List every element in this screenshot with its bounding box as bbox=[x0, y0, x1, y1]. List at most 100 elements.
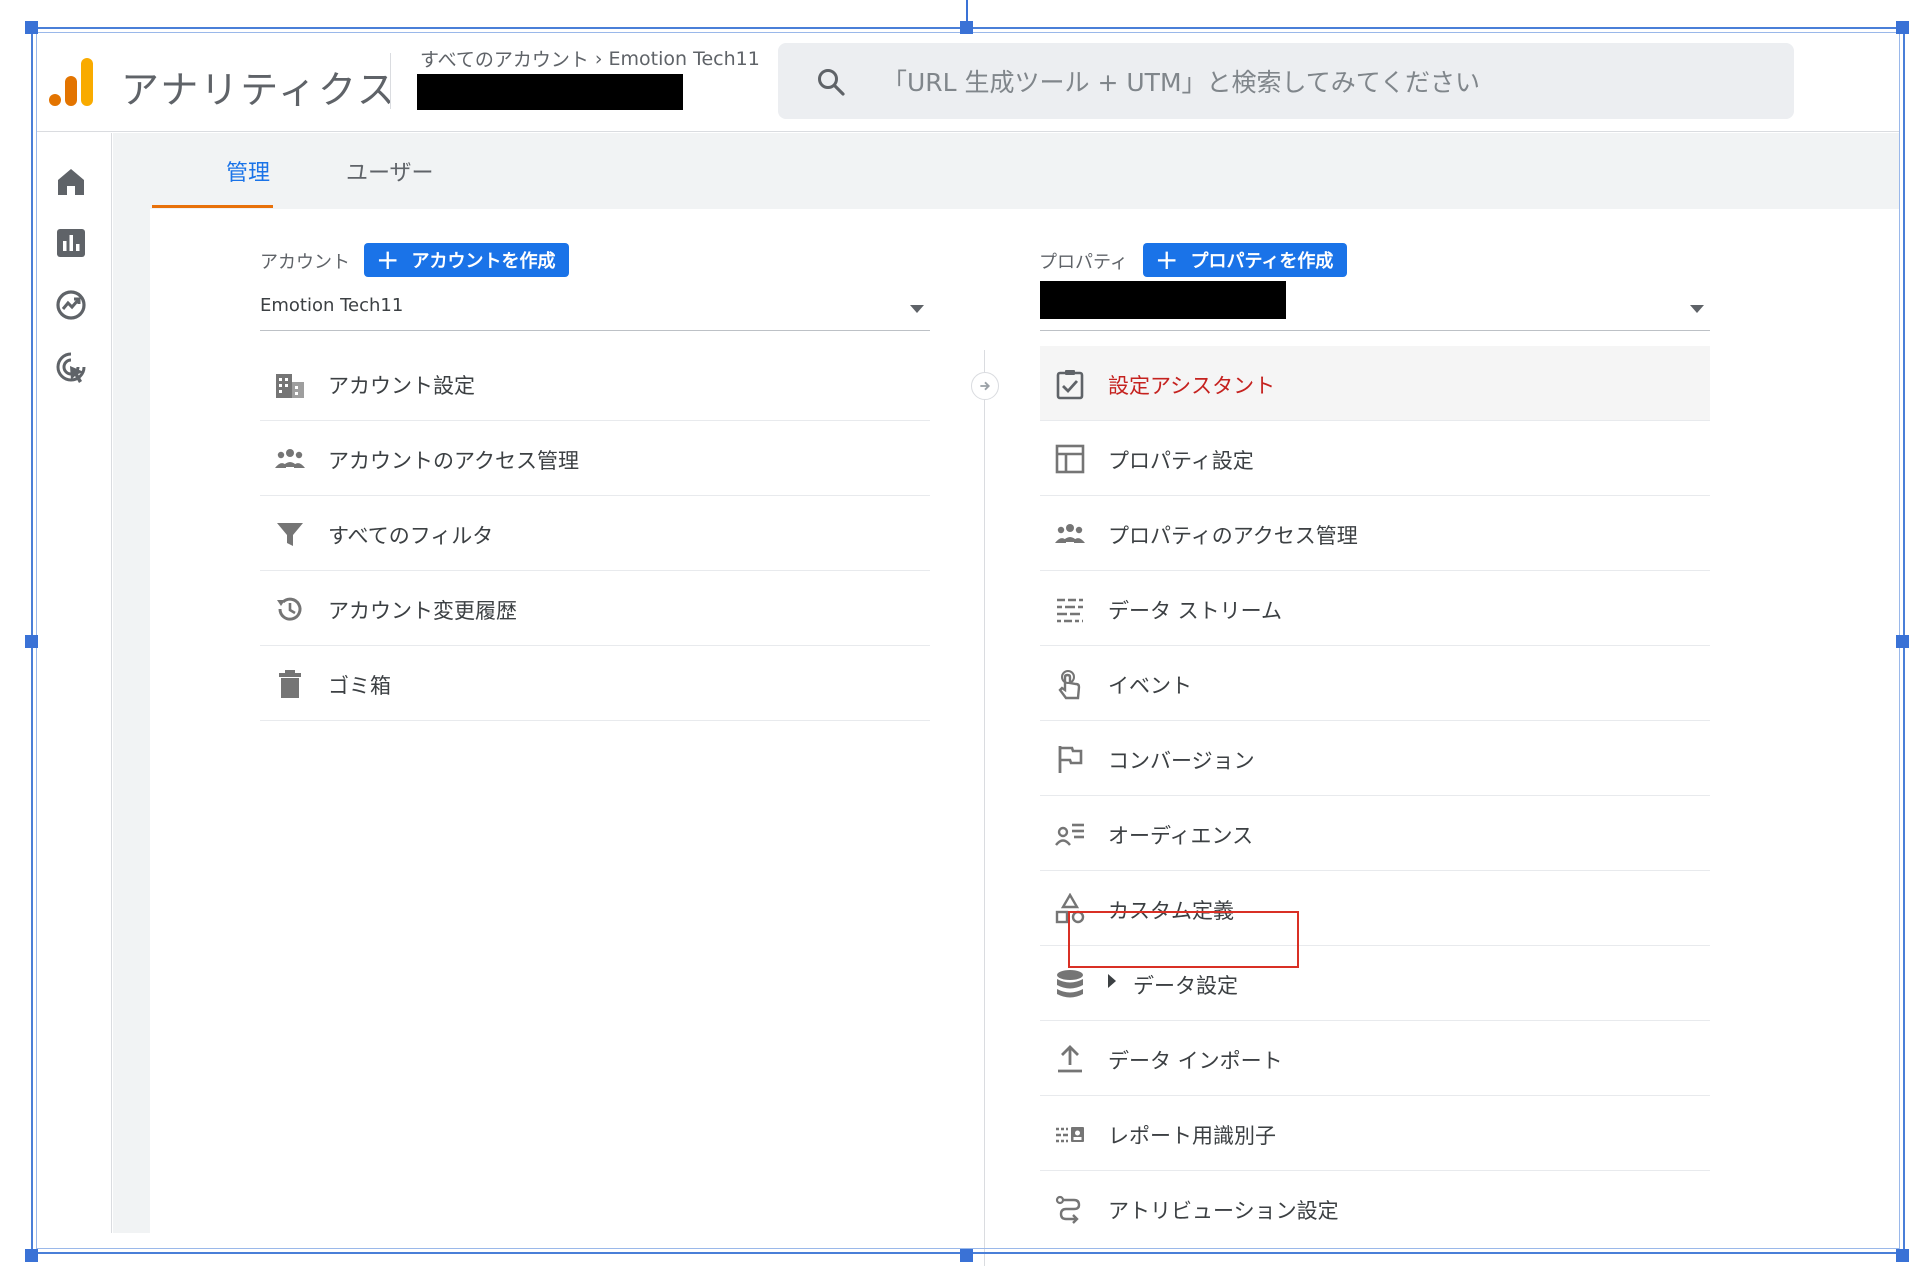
breadcrumb-account[interactable]: Emotion Tech11 bbox=[609, 48, 760, 70]
account-selector-value: Emotion Tech11 bbox=[260, 295, 404, 316]
account-menu: アカウント設定 アカウントのアクセス管理 すべてのフィルタ アカウント変更履歴 … bbox=[260, 346, 930, 721]
menu-item-label: カスタム定義 bbox=[1108, 899, 1234, 923]
create-property-label: プロパティを作成 bbox=[1190, 251, 1334, 272]
menu-item-property-access[interactable]: プロパティのアクセス管理 bbox=[1040, 496, 1710, 571]
create-account-label: アカウントを作成 bbox=[411, 251, 556, 272]
menu-item-account-access[interactable]: アカウントのアクセス管理 bbox=[260, 421, 930, 496]
search-placeholder: 「URL 生成ツール + UTM」と検索してみてください bbox=[882, 68, 1481, 97]
menu-item-label: イベント bbox=[1108, 674, 1192, 698]
chevron-right-icon: › bbox=[594, 47, 603, 70]
menu-item-label: データ設定 bbox=[1133, 974, 1238, 998]
reports-icon[interactable] bbox=[54, 226, 88, 260]
people-icon bbox=[275, 449, 305, 468]
resize-handle-bottom-left[interactable] bbox=[25, 1249, 38, 1262]
menu-item-audiences[interactable]: オーディエンス bbox=[1040, 796, 1710, 871]
menu-item-label: レポート用識別子 bbox=[1108, 1124, 1276, 1148]
column-divider bbox=[984, 350, 985, 1266]
flag-icon bbox=[1058, 746, 1083, 773]
menu-item-label: アカウント変更履歴 bbox=[328, 599, 517, 623]
audience-icon bbox=[1055, 823, 1084, 846]
menu-item-label: アカウント設定 bbox=[328, 374, 475, 398]
breadcrumb[interactable]: すべてのアカウント › Emotion Tech11 bbox=[420, 45, 760, 72]
streams-icon bbox=[1057, 598, 1083, 623]
property-column-label: プロパティ bbox=[1039, 252, 1128, 273]
shapes-icon bbox=[1055, 893, 1085, 924]
create-account-button[interactable]: + アカウントを作成 bbox=[364, 243, 570, 277]
layout-icon bbox=[1055, 444, 1085, 474]
menu-item-property-settings[interactable]: プロパティ設定 bbox=[1040, 421, 1710, 496]
screenshot-stage: アナリティクス すべてのアカウント › Emotion Tech11 「URL … bbox=[0, 0, 1932, 1280]
menu-item-label: プロパティ設定 bbox=[1108, 449, 1254, 473]
resize-handle-top-left[interactable] bbox=[25, 21, 38, 34]
menu-item-attribution-settings[interactable]: アトリビューション設定 bbox=[1040, 1171, 1710, 1246]
home-icon[interactable] bbox=[54, 165, 88, 199]
menu-item-label: 設定アシスタント bbox=[1108, 374, 1276, 398]
active-tab-underline bbox=[152, 205, 273, 208]
expand-triangle-icon[interactable] bbox=[1108, 974, 1116, 988]
account-column-label: アカウント bbox=[260, 252, 350, 273]
tab-admin[interactable]: 管理 bbox=[226, 155, 270, 187]
menu-item-setup-assistant[interactable]: 設定アシスタント bbox=[1040, 346, 1710, 421]
resize-handle-left[interactable] bbox=[25, 635, 38, 648]
menu-item-label: データ ストリーム bbox=[1108, 599, 1283, 623]
trash-icon bbox=[279, 670, 301, 698]
menu-item-label: プロパティのアクセス管理 bbox=[1108, 524, 1358, 548]
menu-item-label: データ インポート bbox=[1108, 1049, 1283, 1073]
menu-item-label: ゴミ箱 bbox=[328, 674, 391, 698]
menu-item-label: オーディエンス bbox=[1108, 824, 1254, 848]
selection-top-tick bbox=[966, 0, 968, 22]
resize-handle-top-right[interactable] bbox=[1896, 21, 1909, 34]
explore-icon[interactable] bbox=[54, 288, 88, 322]
menu-item-data-settings[interactable]: データ設定 bbox=[1040, 946, 1710, 1021]
resize-handle-top[interactable] bbox=[960, 21, 973, 34]
menu-item-events[interactable]: イベント bbox=[1040, 646, 1710, 721]
account-selector[interactable]: Emotion Tech11 bbox=[260, 291, 930, 331]
tab-users[interactable]: ユーザー bbox=[346, 155, 434, 187]
search-input[interactable]: 「URL 生成ツール + UTM」と検索してみてください bbox=[778, 43, 1794, 119]
product-name: アナリティクス bbox=[121, 68, 397, 112]
menu-item-trash[interactable]: ゴミ箱 bbox=[260, 646, 930, 721]
menu-item-all-filters[interactable]: すべてのフィルタ bbox=[260, 496, 930, 571]
building-icon bbox=[276, 374, 304, 398]
resize-handle-right[interactable] bbox=[1896, 635, 1909, 648]
plus-icon: + bbox=[376, 243, 400, 276]
menu-item-label: アトリビューション設定 bbox=[1108, 1199, 1339, 1223]
menu-item-data-streams[interactable]: データ ストリーム bbox=[1040, 571, 1710, 646]
menu-item-label: コンバージョン bbox=[1108, 749, 1255, 773]
arrow-right-circle-icon[interactable] bbox=[971, 372, 999, 400]
advertising-icon[interactable] bbox=[54, 350, 88, 384]
resize-handle-bottom[interactable] bbox=[960, 1249, 973, 1262]
menu-item-custom-definitions[interactable]: カスタム定義 bbox=[1040, 871, 1710, 946]
analytics-logo-icon[interactable] bbox=[47, 56, 95, 108]
menu-item-account-settings[interactable]: アカウント設定 bbox=[260, 346, 930, 421]
menu-item-change-history[interactable]: アカウント変更履歴 bbox=[260, 571, 930, 646]
resize-handle-bottom-right[interactable] bbox=[1896, 1249, 1909, 1262]
menu-item-data-import[interactable]: データ インポート bbox=[1040, 1021, 1710, 1096]
filter-icon bbox=[277, 523, 303, 546]
create-property-button[interactable]: + プロパティを作成 bbox=[1143, 243, 1348, 277]
admin-tabs: 管理 ユーザー bbox=[113, 133, 1899, 209]
property-menu: 設定アシスタント プロパティ設定 プロパティのアクセス管理 データ ストリーム … bbox=[1040, 346, 1710, 1246]
menu-item-label: すべてのフィルタ bbox=[328, 524, 494, 548]
search-icon bbox=[818, 69, 845, 96]
attribution-icon bbox=[1055, 1195, 1081, 1224]
dropdown-caret-icon bbox=[910, 305, 924, 313]
dropdown-caret-icon bbox=[1690, 305, 1704, 313]
analytics-admin-page: アナリティクス すべてのアカウント › Emotion Tech11 「URL … bbox=[37, 33, 1899, 1266]
touch-icon bbox=[1058, 670, 1081, 700]
redacted-property-name bbox=[417, 74, 683, 110]
history-icon bbox=[277, 597, 302, 621]
property-selector[interactable] bbox=[1040, 281, 1710, 331]
upload-icon bbox=[1058, 1045, 1082, 1073]
breadcrumb-all-accounts[interactable]: すべてのアカウント bbox=[420, 45, 589, 72]
top-header: アナリティクス すべてのアカウント › Emotion Tech11 「URL … bbox=[37, 33, 1899, 132]
menu-item-conversions[interactable]: コンバージョン bbox=[1040, 721, 1710, 796]
redacted-property-selector-value bbox=[1040, 281, 1286, 319]
menu-item-reporting-identity[interactable]: レポート用識別子 bbox=[1040, 1096, 1710, 1171]
left-nav-rail bbox=[37, 133, 112, 1233]
plus-icon: + bbox=[1155, 243, 1179, 276]
checklist-icon bbox=[1056, 370, 1084, 400]
database-icon bbox=[1057, 970, 1083, 998]
header-divider bbox=[390, 53, 391, 109]
identity-icon bbox=[1056, 1127, 1084, 1143]
